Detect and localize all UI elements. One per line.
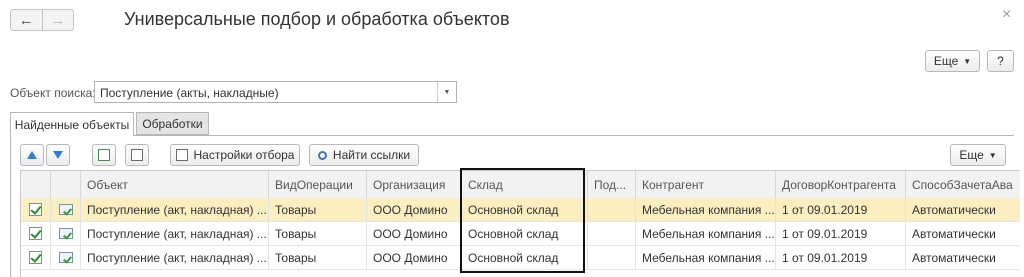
find-links-button[interactable]: Найти ссылки [309, 144, 419, 166]
check-all-button[interactable] [92, 144, 116, 166]
cell-object: Поступление (акт, накладная) ... [81, 198, 269, 221]
checkbox-checked-icon [29, 251, 42, 264]
filter-settings-button[interactable]: Настройки отбора [170, 144, 300, 166]
cell-operation: Товары [269, 198, 367, 221]
cell-organization: ООО Домино [367, 222, 462, 245]
column-header-operation[interactable]: ВидОперации [269, 171, 367, 198]
cell-contract: 1 от 09.01.2019 [776, 198, 906, 221]
cell-warehouse: Основной склад [462, 222, 588, 245]
column-header-offset-method[interactable]: СпособЗачетаАва [906, 171, 1020, 198]
posted-document-icon [59, 204, 73, 215]
cell-counterparty: Мебельная компания ... [636, 198, 776, 221]
found-objects-table: Объект ВидОперации Организация Склад Под… [20, 170, 1020, 277]
cell-organization: ООО Домино [367, 246, 462, 269]
search-object-field[interactable]: Поступление (акты, накладные) ▼ [94, 81, 457, 103]
cell-operation: Товары [269, 222, 367, 245]
more-button[interactable]: Еще ▼ [925, 50, 980, 72]
cell-contract: 1 от 09.01.2019 [776, 246, 906, 269]
close-button[interactable]: × [1002, 6, 1011, 24]
column-header-organization[interactable]: Организация [367, 171, 462, 198]
dropdown-button[interactable]: ▼ [437, 82, 456, 102]
table-row[interactable]: Поступление (акт, накладная) ... Товары … [21, 198, 1020, 222]
tab-processing-label: Обработки [142, 116, 203, 131]
row-icon-cell [51, 198, 81, 221]
search-object-label: Объект поиска: [10, 86, 96, 100]
cell-sub [588, 222, 636, 245]
close-icon: × [1002, 6, 1012, 23]
cell-sub [588, 246, 636, 269]
navigation-buttons: ← → [10, 9, 74, 31]
move-up-button[interactable] [20, 144, 44, 166]
move-down-button[interactable] [46, 144, 70, 166]
column-header-icon[interactable] [51, 171, 81, 198]
cell-object: Поступление (акт, накладная) ... [81, 246, 269, 269]
posted-document-icon [59, 252, 73, 263]
arrow-left-icon: ← [18, 11, 34, 29]
tab-processing[interactable]: Обработки [136, 112, 209, 135]
column-header-contract[interactable]: ДоговорКонтрагента [776, 171, 906, 198]
cell-warehouse: Основной склад [462, 198, 588, 221]
cell-organization: ООО Домино [367, 198, 462, 221]
column-header-object[interactable]: Объект [81, 171, 269, 198]
forward-button[interactable]: → [43, 10, 74, 30]
help-label: ? [997, 54, 1004, 68]
row-checkbox[interactable] [21, 198, 51, 221]
row-icon-cell [51, 246, 81, 269]
find-links-label: Найти ссылки [332, 148, 411, 162]
cell-offset-method: Автоматически [912, 250, 996, 265]
checkbox-checked-icon [29, 203, 42, 216]
row-checkbox[interactable] [21, 246, 51, 269]
cell-offset-method: Автоматически [912, 226, 996, 241]
more-label: Еще [933, 54, 959, 68]
column-header-sub[interactable]: Под... [588, 171, 636, 198]
table-row[interactable]: Поступление (акт, накладная) ... Товары … [21, 246, 1020, 270]
table-header: Объект ВидОперации Организация Склад Под… [21, 171, 1020, 199]
chevron-down-icon: ▼ [988, 150, 997, 160]
uncheck-all-icon [131, 149, 143, 161]
row-checkbox[interactable] [21, 222, 51, 245]
cell-contract: 1 от 09.01.2019 [776, 222, 906, 245]
cell-object: Поступление (акт, накладная) ... [81, 222, 269, 245]
search-icon [317, 150, 327, 160]
cell-warehouse: Основной склад [462, 246, 588, 269]
column-header-counterparty[interactable]: Контрагент [636, 171, 776, 198]
arrow-down-icon [53, 151, 63, 159]
uncheck-all-button[interactable] [125, 144, 149, 166]
help-button[interactable]: ? [987, 50, 1014, 72]
cell-operation: Товары [269, 246, 367, 269]
cell-sub [588, 198, 636, 221]
table-more-button[interactable]: Еще ▼ [950, 144, 1006, 166]
table-more-label: Еще [959, 148, 984, 162]
column-header-warehouse[interactable]: Склад [462, 171, 588, 198]
filter-settings-icon [175, 149, 188, 161]
row-icon-cell [51, 222, 81, 245]
column-header-check[interactable] [21, 171, 51, 198]
checkbox-checked-icon [29, 227, 42, 240]
check-all-icon [98, 149, 110, 161]
arrow-up-icon [27, 151, 37, 159]
posted-document-icon [59, 228, 73, 239]
window-title: Универсальные подбор и обработка объекто… [124, 9, 510, 29]
tab-found-objects-label: Найденные объекты [14, 117, 130, 132]
table-row[interactable]: Поступление (акт, накладная) ... Товары … [21, 222, 1020, 246]
arrow-right-icon: → [50, 11, 66, 29]
cell-offset-method: Автоматически [912, 202, 996, 217]
filter-settings-label: Настройки отбора [193, 148, 295, 162]
chevron-down-icon: ▼ [963, 56, 972, 66]
back-button[interactable]: ← [11, 10, 43, 30]
tab-found-objects[interactable]: Найденные объекты [10, 112, 134, 136]
search-object-value: Поступление (акты, накладные) [100, 86, 279, 100]
cell-counterparty: Мебельная компания ... [636, 222, 776, 245]
cell-counterparty: Мебельная компания ... [636, 246, 776, 269]
chevron-down-icon: ▼ [443, 88, 451, 96]
